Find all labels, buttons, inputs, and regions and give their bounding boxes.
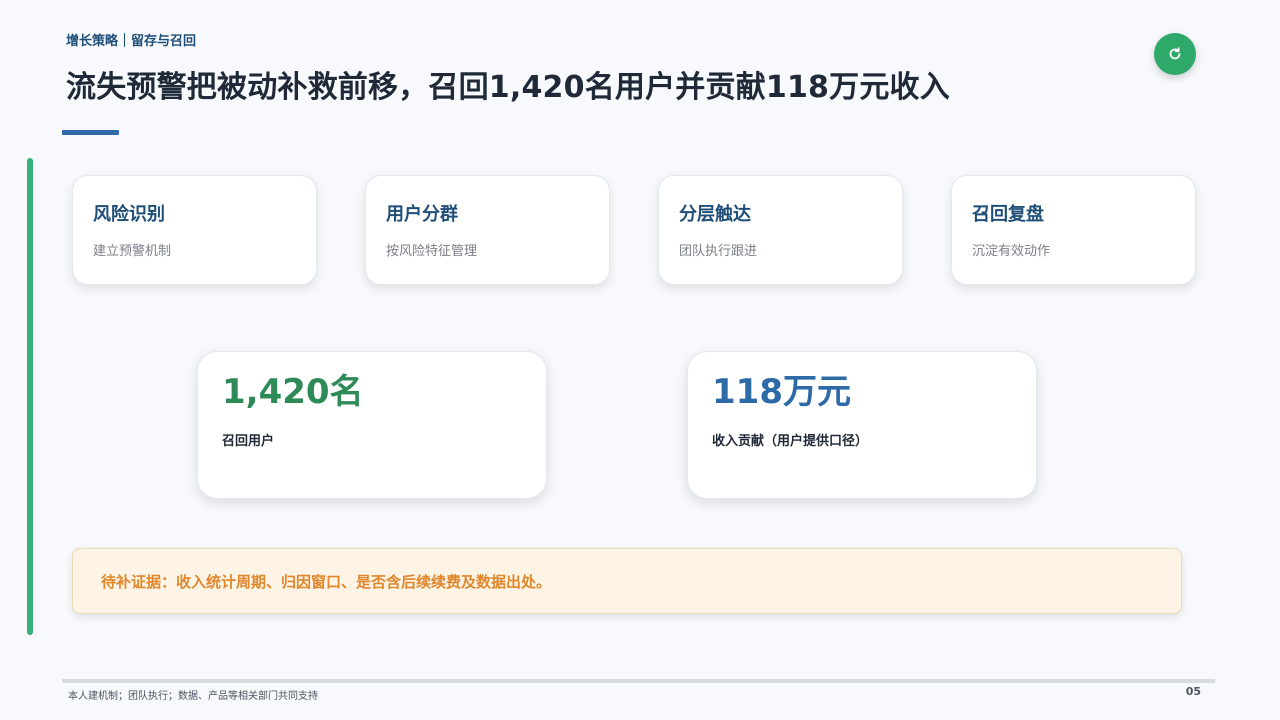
step-title: 分层触达 xyxy=(679,204,751,225)
step-description: 沉淀有效动作 xyxy=(972,244,1051,259)
title-underline xyxy=(62,130,119,135)
step-description: 建立预警机制 xyxy=(93,244,172,259)
footer-note: 本人建机制；团队执行；数据、产品等相关部门共同支持 xyxy=(68,691,318,702)
pending-evidence-note: 待补证据：收入统计周期、归因窗口、是否含后续续费及数据出处。 xyxy=(72,548,1182,614)
metric-card-revenue: 118万元 收入贡献（用户提供口径） xyxy=(687,351,1037,499)
footer-divider xyxy=(62,679,1215,683)
metric-label: 召回用户 xyxy=(222,434,275,449)
step-description: 团队执行跟进 xyxy=(679,244,758,259)
breadcrumb: 增长策略｜留存与召回 xyxy=(66,34,197,49)
step-card-recall-review: 召回复盘 沉淀有效动作 xyxy=(951,175,1196,285)
step-title: 风险识别 xyxy=(93,204,165,225)
metric-card-recalled-users: 1,420名 召回用户 xyxy=(197,351,547,499)
metric-value: 1,420名 xyxy=(222,372,364,412)
step-card-user-segmentation: 用户分群 按风险特征管理 xyxy=(365,175,610,285)
metric-value: 118万元 xyxy=(712,372,851,412)
refresh-button[interactable] xyxy=(1154,33,1196,75)
refresh-icon xyxy=(1169,47,1181,60)
metric-label: 收入贡献（用户提供口径） xyxy=(712,434,869,449)
left-accent-bar xyxy=(27,158,33,635)
step-title: 用户分群 xyxy=(386,204,458,225)
page-title: 流失预警把被动补救前移，召回1,420名用户并贡献118万元收入 xyxy=(66,70,950,105)
step-description: 按风险特征管理 xyxy=(386,244,478,259)
step-card-risk-identification: 风险识别 建立预警机制 xyxy=(72,175,317,285)
step-card-tiered-outreach: 分层触达 团队执行跟进 xyxy=(658,175,903,285)
page-number: 05 xyxy=(1185,685,1201,698)
pending-evidence-text: 待补证据：收入统计周期、归因窗口、是否含后续续费及数据出处。 xyxy=(101,572,552,591)
step-title: 召回复盘 xyxy=(972,204,1044,225)
